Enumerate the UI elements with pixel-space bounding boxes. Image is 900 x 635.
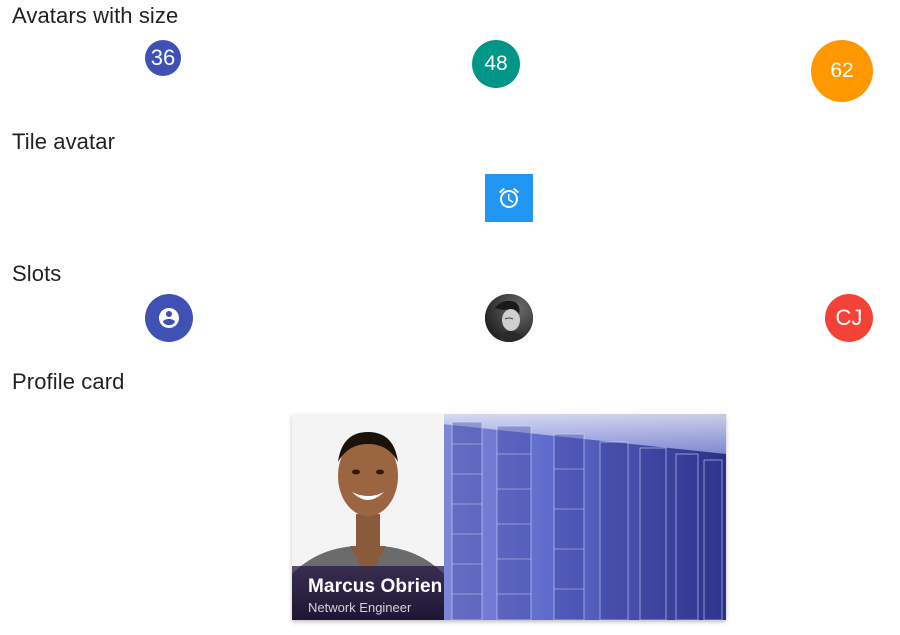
avatar-size-36: 36 xyxy=(145,40,181,76)
avatar-label: 62 xyxy=(830,59,854,82)
account-circle-icon xyxy=(159,308,179,328)
slot-image-avatar xyxy=(485,294,533,342)
section-title-sizes: Avatars with size xyxy=(12,3,179,28)
profile-card: Marcus Obrien Network Engineer xyxy=(292,414,726,620)
slot-text-avatar: CJ xyxy=(825,294,873,342)
avatar-size-62: 62 xyxy=(811,40,873,102)
portrait-photo xyxy=(485,294,533,342)
profile-role: Network Engineer xyxy=(308,600,412,615)
section-title-tile: Tile avatar xyxy=(12,129,115,154)
profile-name: Marcus Obrien xyxy=(308,576,443,597)
avatar-size-48: 48 xyxy=(472,40,520,88)
avatar-initials: CJ xyxy=(835,305,863,330)
profile-caption: Marcus Obrien Network Engineer xyxy=(292,566,444,620)
alarm-icon xyxy=(499,187,519,208)
avatar-label: 36 xyxy=(150,45,176,70)
avatar-label: 48 xyxy=(484,52,508,75)
tile-avatar xyxy=(485,174,533,222)
section-title-slots: Slots xyxy=(12,261,62,286)
section-title-profile: Profile card xyxy=(12,369,125,394)
slot-icon-avatar xyxy=(145,294,193,342)
